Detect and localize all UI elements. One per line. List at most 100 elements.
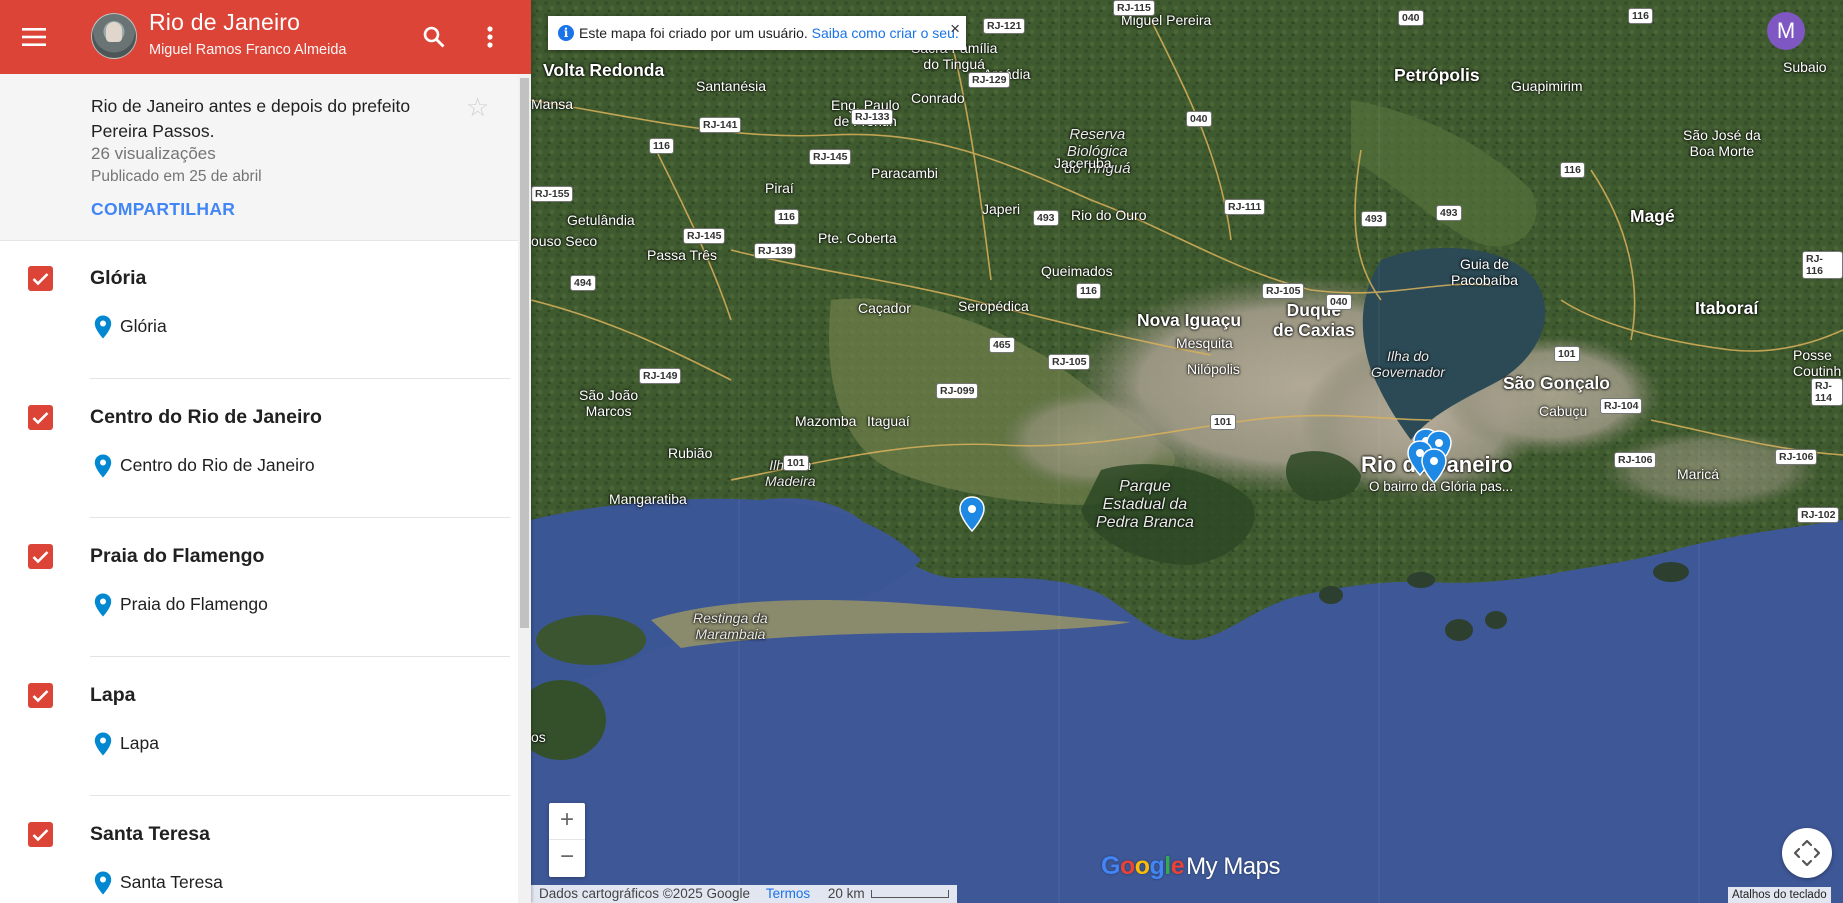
more-vert-icon xyxy=(487,26,493,48)
layer-checkbox[interactable] xyxy=(28,266,53,291)
road-shield: RJ-102 xyxy=(1797,507,1840,523)
place-marker-icon xyxy=(94,454,112,478)
place-item[interactable]: Lapa xyxy=(120,733,159,754)
road-shield: RJ-104 xyxy=(1600,398,1643,414)
road-shield: 493 xyxy=(1436,205,1462,221)
publish-date: Publicado em 25 de abril xyxy=(91,168,262,185)
map-description: Rio de Janeiro antes e depois do prefeit… xyxy=(91,96,411,141)
place-marker-icon xyxy=(94,593,112,617)
road-shield: 040 xyxy=(1398,10,1424,26)
label-sao-joao-marcos: São João Marcos xyxy=(579,387,639,419)
place-item[interactable]: Praia do Flamengo xyxy=(120,594,268,615)
view-count: 26 visualizações xyxy=(91,144,216,163)
label-jaceruba: Jaceruba xyxy=(1054,155,1112,171)
check-icon xyxy=(32,272,49,285)
label-passa-tres: Passa Três xyxy=(647,247,718,263)
road-shield: RJ-116 xyxy=(1802,251,1843,279)
road-shield: RJ-141 xyxy=(699,117,742,133)
layer-checkbox[interactable] xyxy=(28,405,53,430)
map-canvas[interactable]: Volta Redonda Petrópolis Magé Nova Iguaç… xyxy=(531,0,1843,903)
share-button[interactable]: COMPARTILHAR xyxy=(91,199,235,220)
close-icon[interactable]: × xyxy=(950,19,960,39)
road-shield: RJ-106 xyxy=(1614,452,1657,468)
label-mansa: Mansa xyxy=(531,96,574,112)
layer-checkbox[interactable] xyxy=(28,683,53,708)
label-rio-do-ouro: Rio do Ouro xyxy=(1071,207,1147,223)
place-marker-icon xyxy=(94,315,112,339)
map-info-panel: Rio de Janeiro antes e depois do prefeit… xyxy=(0,74,520,241)
road-shield: RJ-106 xyxy=(1775,449,1818,465)
label-nilopolis: Nilópolis xyxy=(1187,361,1240,377)
scale-bar[interactable] xyxy=(870,890,949,899)
scrollbar-thumb[interactable] xyxy=(520,78,529,628)
zoom-out-button[interactable]: − xyxy=(549,840,585,876)
notice-text: Este mapa foi criado por um usuário. xyxy=(579,25,808,41)
search-button[interactable] xyxy=(414,17,454,57)
check-icon xyxy=(32,689,49,702)
label-marica: Maricá xyxy=(1677,466,1720,482)
label-guapimirim: Guapimirim xyxy=(1511,78,1583,94)
check-icon xyxy=(32,550,49,563)
scale-label[interactable]: 20 km xyxy=(828,886,865,901)
road-shield: 116 xyxy=(1076,283,1101,299)
layer-checkbox[interactable] xyxy=(28,822,53,847)
label-mangaratiba: Mangaratiba xyxy=(609,491,687,507)
layer-checkbox[interactable] xyxy=(28,544,53,569)
label-guia-de-pacobaiba: Guia de Pacobaíba xyxy=(1451,256,1518,288)
label-conrado: Conrado xyxy=(911,90,965,106)
road-shield: 493 xyxy=(1361,211,1387,227)
label-ilha-do-governador: Ilha do Governador xyxy=(1371,348,1445,380)
layer-title: Glória xyxy=(90,267,147,289)
map-title: Rio de Janeiro xyxy=(149,9,301,35)
place-marker-icon xyxy=(94,871,112,895)
road-shield: RJ-155 xyxy=(531,186,574,202)
expand-arrows-icon xyxy=(1793,839,1821,867)
road-shield: 493 xyxy=(1033,210,1059,226)
label-cacador: Caçador xyxy=(858,300,911,316)
label-parque-pedra-branca: Parque Estadual da Pedra Branca xyxy=(1096,478,1194,531)
road-shield: RJ-114 xyxy=(1811,378,1843,406)
label-mazomba: Mazomba xyxy=(795,413,857,429)
star-icon[interactable]: ☆ xyxy=(466,92,489,123)
layer-title: Centro do Rio de Janeiro xyxy=(90,406,322,428)
map-marker-icon[interactable] xyxy=(959,496,985,532)
label-posse: Posse Coutinh xyxy=(1793,347,1842,379)
road-shield: RJ-115 xyxy=(1113,0,1155,16)
account-avatar[interactable]: M xyxy=(1767,12,1805,50)
author-avatar[interactable] xyxy=(91,13,137,59)
road-shield: 040 xyxy=(1186,111,1212,127)
place-marker-icon xyxy=(94,732,112,756)
place-item[interactable]: Glória xyxy=(120,316,167,337)
road-shield: 494 xyxy=(570,275,596,291)
terms-link[interactable]: Termos xyxy=(766,886,810,901)
label-pte-coberta: Pte. Coberta xyxy=(818,230,897,246)
keyboard-shortcuts-link[interactable]: Atalhos do teclado xyxy=(1728,887,1831,903)
sidebar: Rio de Janeiro Miguel Ramos Franco Almei… xyxy=(0,0,531,903)
label-rubiao: Rubião xyxy=(668,445,713,461)
road-shield: RJ-139 xyxy=(754,243,797,259)
map-attribution: Dados cartográficos ©2025 Google Termos … xyxy=(531,885,957,903)
marker-label: O bairro da Glória pas... xyxy=(1369,479,1514,494)
road-shield: 116 xyxy=(1560,162,1585,178)
label-pirai: Piraí xyxy=(765,180,794,196)
label-paracambi: Paracambi xyxy=(871,165,938,181)
label-seropedica: Seropédica xyxy=(958,298,1029,314)
label-santanesia: Santanésia xyxy=(696,78,767,94)
place-item[interactable]: Centro do Rio de Janeiro xyxy=(120,455,315,476)
sidebar-scrollbar[interactable] xyxy=(518,74,531,903)
place-item[interactable]: Santa Teresa xyxy=(120,872,223,893)
label-couso-seco: ouso Seco xyxy=(531,233,598,249)
learn-create-link[interactable]: Saiba como criar o seu. xyxy=(812,25,959,41)
more-options-button[interactable] xyxy=(470,17,510,57)
label-sao-jose-boa-morte: São José da Boa Morte xyxy=(1683,127,1761,159)
road-shield: RJ-099 xyxy=(936,383,979,399)
recenter-button[interactable] xyxy=(1782,828,1832,878)
map-author[interactable]: Miguel Ramos Franco Almeida xyxy=(149,42,346,58)
google-my-maps-logo: GoogleMy Maps xyxy=(1101,852,1281,880)
zoom-in-button[interactable]: + xyxy=(549,803,585,840)
zoom-control: + − xyxy=(549,803,585,877)
menu-button[interactable] xyxy=(14,17,54,57)
label-japeri: Japeri xyxy=(982,201,1021,217)
road-shield: 101 xyxy=(1554,346,1580,362)
road-shield: RJ-145 xyxy=(683,228,726,244)
